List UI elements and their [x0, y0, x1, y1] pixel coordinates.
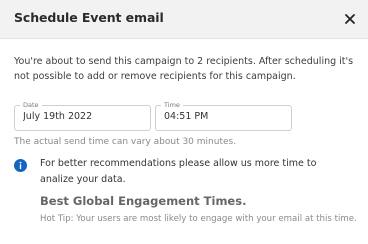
info-message: For better recommendations please allow …	[40, 158, 317, 185]
close-icon[interactable]	[341, 10, 359, 28]
schedule-dialog: Schedule Event email You're about to sen…	[0, 0, 368, 244]
date-field[interactable]: Date	[14, 100, 151, 131]
hot-tip-text: Hot Tip: Your users are most likely to e…	[40, 214, 357, 224]
send-time-hint: The actual send time can vary about 30 m…	[14, 137, 237, 147]
time-field[interactable]: Time	[155, 100, 292, 131]
dialog-header: Schedule Event email	[0, 0, 368, 39]
time-input[interactable]	[164, 111, 286, 122]
info-icon	[14, 157, 27, 172]
dialog-title: Schedule Event email	[14, 10, 164, 25]
date-input[interactable]	[23, 111, 145, 122]
intro-text: You're about to send this campaign to 2 …	[14, 56, 354, 82]
best-times-heading: Best Global Engagement Times.	[40, 194, 247, 208]
time-label: Time	[161, 100, 183, 110]
date-label: Date	[20, 100, 42, 110]
